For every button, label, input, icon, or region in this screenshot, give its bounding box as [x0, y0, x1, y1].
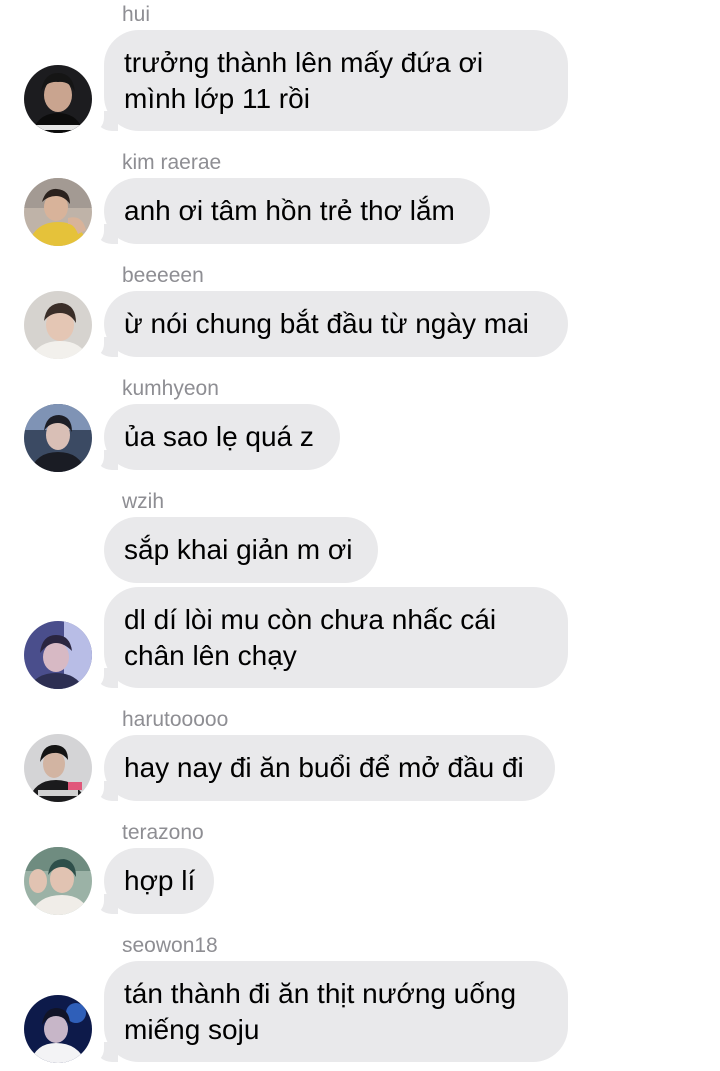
bubble-tail-mask	[88, 223, 104, 245]
avatar[interactable]	[24, 178, 92, 246]
message-bubble[interactable]: tán thành đi ăn thịt nướng uống miếng so…	[104, 961, 568, 1062]
sender-name: kumhyeon	[122, 377, 219, 400]
sender-name: wzih	[122, 490, 165, 513]
sender-name: seowon18	[122, 934, 218, 957]
sender-name: harutooooo	[122, 708, 229, 731]
message-bubble[interactable]: hay nay đi ăn buổi để mở đầu đi	[104, 735, 555, 801]
bubble-tail-mask	[88, 780, 104, 802]
message-bubble[interactable]: dl dí lòi mu còn chưa nhấc cái chân lên …	[104, 587, 568, 688]
avatar[interactable]	[24, 65, 92, 133]
avatar[interactable]	[24, 291, 92, 359]
message-bubble[interactable]: ủa sao lẹ quá z	[104, 404, 340, 470]
profile-photo-icon	[24, 65, 92, 133]
message-text: ủa sao lẹ quá z	[124, 421, 314, 452]
bubble-tail-mask	[88, 667, 104, 689]
profile-photo-icon	[24, 291, 92, 359]
message-bubble[interactable]: ừ nói chung bắt đầu từ ngày mai	[104, 291, 568, 357]
avatar[interactable]	[24, 847, 92, 915]
message-text: dl dí lòi mu còn chưa nhấc cái	[124, 603, 497, 635]
avatar[interactable]	[24, 734, 92, 802]
bubble-tail-mask	[88, 1041, 104, 1063]
avatar[interactable]	[24, 621, 92, 689]
avatar[interactable]	[24, 404, 92, 472]
message-bubble[interactable]: anh ơi tâm hồn trẻ thơ lắm	[104, 178, 490, 244]
bubble-tail-mask	[88, 110, 104, 132]
message-text: sắp khai giản m ơi	[124, 534, 353, 565]
message-bubble[interactable]: trưởng thành lên mấy đứa ơi mình lớp 11 …	[104, 30, 568, 131]
bubble-tail-mask	[88, 336, 104, 358]
avatar[interactable]	[24, 995, 92, 1063]
message-bubble[interactable]: sắp khai giản m ơi	[104, 517, 378, 583]
sender-name: hui	[122, 3, 151, 26]
message-text: anh ơi tâm hồn trẻ thơ lắm	[124, 195, 455, 226]
profile-photo-icon	[24, 404, 92, 472]
bubble-tail-mask	[88, 449, 104, 471]
message-bubble[interactable]: hợp lí	[104, 848, 214, 914]
sender-name: terazono	[122, 821, 204, 844]
message-text: tán thành đi ăn thịt nướng uống	[124, 977, 517, 1009]
profile-photo-icon	[24, 178, 92, 246]
message-text: hợp lí	[124, 865, 196, 896]
sender-name: kim raerae	[122, 151, 222, 174]
sender-name: beeeeen	[122, 264, 204, 287]
message-text: hay nay đi ăn buổi để mở đầu đi	[124, 752, 524, 783]
bubble-tail-mask	[88, 893, 104, 915]
message-text: chân lên chạy	[124, 639, 297, 671]
profile-photo-icon	[24, 847, 92, 915]
message-text: ừ nói chung bắt đầu từ ngày mai	[124, 308, 529, 339]
message-text: miếng soju	[124, 1013, 260, 1045]
profile-photo-icon	[24, 621, 92, 689]
profile-photo-icon	[24, 995, 92, 1063]
message-text: mình lớp 11 rồi	[124, 82, 310, 114]
message-text: trưởng thành lên mấy đứa ơi	[124, 46, 484, 78]
profile-photo-icon	[24, 734, 92, 802]
